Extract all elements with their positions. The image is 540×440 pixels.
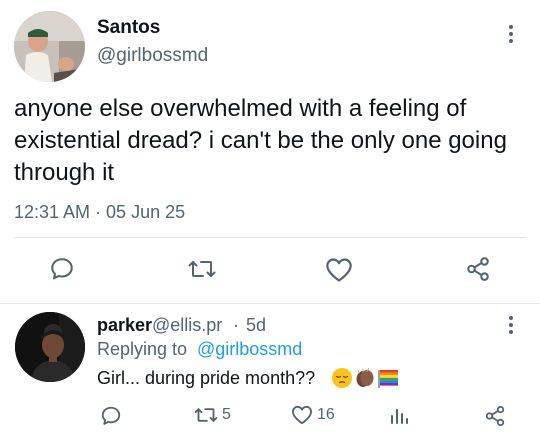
heart-icon	[291, 405, 312, 425]
reply-author-handle[interactable]: @ellis.pr	[152, 315, 222, 336]
reply-text: Girl... during pride month??	[97, 368, 316, 388]
divider	[14, 237, 526, 238]
share-icon	[485, 405, 505, 427]
retweet-icon	[188, 261, 216, 277]
heart-icon	[326, 258, 352, 282]
section-divider	[0, 303, 540, 304]
main-tweet: Santos @girlbossmd anyone else overwhelm…	[0, 0, 540, 303]
reply-analytics-button[interactable]	[389, 406, 409, 426]
reply-reply-button[interactable]	[100, 405, 122, 427]
reply-more-options-icon[interactable]	[501, 314, 521, 336]
clapping-hands-dark-skin-emoji	[356, 368, 374, 387]
retweet-count: 5	[222, 406, 231, 423]
speech-bubble-icon	[51, 258, 73, 280]
retweet-button[interactable]	[188, 257, 216, 281]
retweet-icon	[194, 408, 218, 422]
tweet-timestamp[interactable]: 12:31 AM · 05 Jun 25	[14, 202, 185, 223]
reply-like-button[interactable]: 16	[291, 405, 335, 425]
separator-dot: ·	[233, 315, 239, 335]
share-button[interactable]	[465, 256, 491, 282]
like-count: 16	[317, 406, 335, 423]
author-avatar[interactable]	[14, 11, 85, 82]
tweet-text: anyone else overwhelmed with a feeling o…	[14, 95, 507, 186]
reply-retweet-button[interactable]: 5	[194, 405, 231, 425]
like-button[interactable]	[325, 257, 353, 283]
reply-author-avatar[interactable]	[15, 312, 85, 382]
reply-share-button[interactable]	[484, 405, 506, 427]
analytics-bars-icon	[391, 409, 408, 424]
share-icon	[467, 257, 489, 281]
reply-button[interactable]	[49, 256, 75, 282]
speech-bubble-icon	[101, 406, 121, 425]
author-handle[interactable]: @girlbossmd	[97, 45, 208, 67]
replying-to-link[interactable]: @girlbossmd	[197, 339, 302, 360]
pensive-face-emoji	[332, 368, 352, 388]
author-name[interactable]: Santos	[97, 17, 160, 39]
replying-to-label: Replying to	[97, 339, 188, 359]
reply-time[interactable]: 5d	[246, 315, 266, 336]
more-options-icon[interactable]	[501, 23, 521, 45]
reply-author-name[interactable]: parker	[97, 315, 152, 336]
rainbow-flag-emoji	[378, 370, 398, 388]
